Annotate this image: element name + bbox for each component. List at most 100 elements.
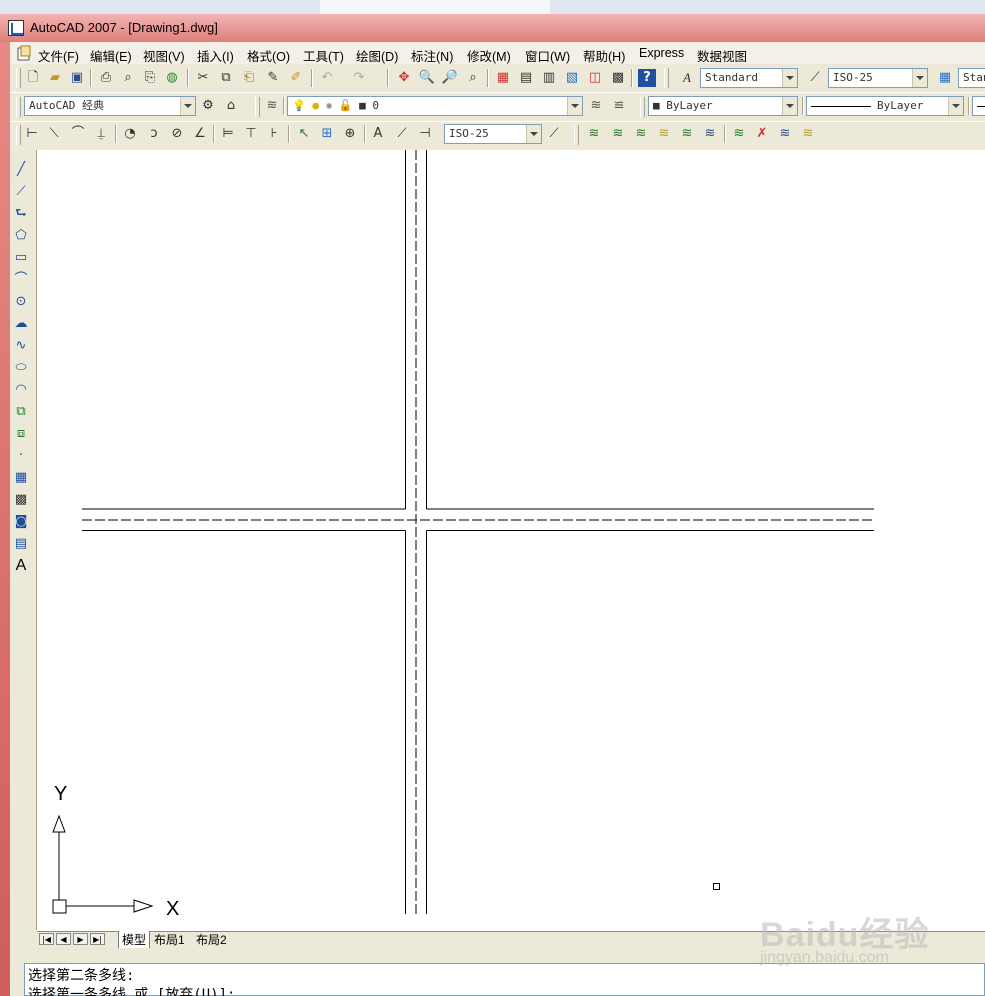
- workspace-combo[interactable]: AutoCAD 经典: [24, 96, 196, 116]
- chevron-down-icon[interactable]: [567, 97, 582, 115]
- menu-window[interactable]: 窗口(W): [525, 46, 570, 65]
- match-properties-icon[interactable]: ✎: [264, 69, 282, 87]
- 3d-dwf-icon[interactable]: ◍: [163, 69, 181, 87]
- dim-style-combo[interactable]: ISO-25: [828, 68, 928, 88]
- last-tab-icon[interactable]: ▶|: [90, 933, 105, 945]
- sheet-set-icon[interactable]: ▧: [563, 69, 581, 87]
- new-icon[interactable]: 🗋: [24, 69, 42, 87]
- revision-cloud-icon[interactable]: ☁: [12, 315, 30, 333]
- next-tab-icon[interactable]: ▶: [73, 933, 88, 945]
- drawing-canvas[interactable]: Y X: [37, 150, 985, 931]
- table-style-icon[interactable]: ▦: [936, 69, 954, 87]
- tab-layout1[interactable]: 布局1: [154, 931, 185, 948]
- arc-length-icon[interactable]: ⌒: [69, 125, 87, 143]
- calculator-icon[interactable]: ▩: [609, 69, 627, 87]
- zoom-previous-icon[interactable]: ⌕: [464, 69, 482, 87]
- make-object-layer-current-icon[interactable]: ≋: [587, 97, 605, 115]
- publish-icon[interactable]: ⎘: [141, 69, 159, 87]
- spline-icon[interactable]: ∿: [12, 337, 30, 355]
- rectangle-icon[interactable]: ▭: [12, 249, 30, 267]
- quick-leader-icon[interactable]: ↖: [295, 125, 313, 143]
- properties-icon[interactable]: ▦: [494, 69, 512, 87]
- circle-icon[interactable]: ⊙: [12, 293, 30, 311]
- tool-palettes-icon[interactable]: ▥: [540, 69, 558, 87]
- autocad-app-icon[interactable]: [8, 20, 24, 36]
- menu-format[interactable]: 格式(O): [247, 46, 290, 65]
- chevron-down-icon[interactable]: [180, 97, 195, 115]
- linetype-combo[interactable]: ByLayer: [806, 96, 964, 116]
- dbview-2-icon[interactable]: ≋: [609, 125, 627, 143]
- toolbar-grip[interactable]: [16, 125, 21, 145]
- point-icon[interactable]: ·: [12, 447, 30, 465]
- layer-thaw-icon[interactable]: ●: [312, 99, 319, 112]
- tab-layout2[interactable]: 布局2: [196, 931, 227, 948]
- menu-express[interactable]: Express: [639, 46, 684, 60]
- dim-update-icon[interactable]: ⊣: [416, 125, 434, 143]
- tolerance-icon[interactable]: ⊞: [318, 125, 336, 143]
- workspace-save-icon[interactable]: ⌂: [222, 97, 240, 115]
- prev-tab-icon[interactable]: ◀: [56, 933, 71, 945]
- polyline-icon[interactable]: ⮑: [12, 205, 30, 223]
- menu-dimension[interactable]: 标注(N): [411, 46, 453, 65]
- text-style-icon[interactable]: A: [678, 69, 696, 87]
- chevron-down-icon[interactable]: [526, 125, 541, 143]
- dim-style-combo-2[interactable]: ISO-25: [444, 124, 542, 144]
- dbview-5-icon[interactable]: ≋: [678, 125, 696, 143]
- linear-dim-icon[interactable]: ⊢: [23, 125, 41, 143]
- cut-icon[interactable]: ✂: [194, 69, 212, 87]
- toolbar-grip[interactable]: [664, 68, 669, 88]
- zoom-window-icon[interactable]: 🔎: [441, 69, 459, 87]
- markup-icon[interactable]: ◫: [586, 69, 604, 87]
- toolbar-grip[interactable]: [640, 97, 645, 117]
- angular-dim-icon[interactable]: ∠: [191, 125, 209, 143]
- tab-model[interactable]: 模型: [118, 931, 151, 948]
- layer-viewport-icon[interactable]: ✺: [326, 99, 333, 112]
- gradient-icon[interactable]: ▩: [12, 491, 30, 509]
- plot-preview-icon[interactable]: ⌕: [119, 69, 137, 87]
- menu-insert[interactable]: 插入(I): [197, 46, 234, 65]
- make-block-icon[interactable]: ⧈: [12, 425, 30, 443]
- baseline-dim-icon[interactable]: ⊤: [242, 125, 260, 143]
- quick-dim-icon[interactable]: ⊨: [219, 125, 237, 143]
- toolbar-grip[interactable]: [16, 97, 21, 117]
- polygon-icon[interactable]: ⬠: [12, 227, 30, 245]
- radius-dim-icon[interactable]: ◔: [121, 125, 139, 143]
- chevron-down-icon[interactable]: [782, 69, 797, 87]
- layer-manager-icon[interactable]: ≋: [263, 97, 281, 115]
- region-icon[interactable]: ◙: [12, 513, 30, 531]
- first-tab-icon[interactable]: |◀: [39, 933, 54, 945]
- workspace-settings-icon[interactable]: ⚙: [199, 97, 217, 115]
- design-center-icon[interactable]: ▤: [517, 69, 535, 87]
- menu-tools[interactable]: 工具(T): [303, 46, 344, 65]
- dim-style-icon[interactable]: ⟋: [806, 69, 824, 87]
- dbview-3-icon[interactable]: ≋: [632, 125, 650, 143]
- open-icon[interactable]: ▰: [46, 69, 64, 87]
- copy-icon[interactable]: ⧉: [217, 69, 235, 87]
- menu-file[interactable]: 文件(F): [38, 46, 79, 65]
- ellipse-icon[interactable]: ⬭: [12, 359, 30, 377]
- menu-edit[interactable]: 编辑(E): [90, 46, 132, 65]
- mtext-icon[interactable]: A: [12, 557, 30, 575]
- help-icon[interactable]: ?: [638, 69, 656, 87]
- multiline-intersection[interactable]: [82, 150, 874, 914]
- color-combo[interactable]: ■ ByLayer: [648, 96, 798, 116]
- menu-draw[interactable]: 绘图(D): [356, 46, 398, 65]
- construction-line-icon[interactable]: ⟋: [12, 183, 30, 201]
- jogged-dim-icon[interactable]: ↄ: [145, 125, 163, 143]
- undo-icon[interactable]: ↶: [318, 69, 336, 87]
- pan-icon[interactable]: ✥: [395, 69, 413, 87]
- plot-icon[interactable]: ⎙: [97, 69, 115, 87]
- layer-unlock-icon[interactable]: 🔓: [339, 99, 353, 112]
- block-editor-icon[interactable]: ✐: [287, 69, 305, 87]
- layer-on-icon[interactable]: 💡: [292, 99, 306, 112]
- menu-data-view[interactable]: 数据视图: [697, 46, 747, 65]
- text-style-combo[interactable]: Standard: [700, 68, 798, 88]
- dim-style-manager-icon[interactable]: ⟋: [545, 125, 563, 143]
- toolbar-grip[interactable]: [574, 125, 579, 145]
- lineweight-combo[interactable]: [972, 96, 985, 116]
- table-style-combo[interactable]: Stan: [958, 68, 985, 88]
- chevron-down-icon[interactable]: [948, 97, 963, 115]
- table-icon[interactable]: ▤: [12, 535, 30, 553]
- dbview-7-icon[interactable]: ≋: [730, 125, 748, 143]
- ellipse-arc-icon[interactable]: ◠: [12, 381, 30, 399]
